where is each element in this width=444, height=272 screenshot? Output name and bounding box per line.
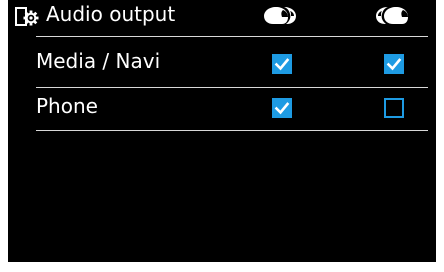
helmet-rider-icon: [264, 7, 296, 24]
phone-passenger-checkbox[interactable]: [384, 98, 404, 118]
phone-rider-checkbox[interactable]: [272, 98, 292, 118]
media-navi-rider-checkbox[interactable]: [272, 54, 292, 74]
audio-settings-icon: [15, 7, 39, 26]
checkmark-icon: [386, 58, 402, 71]
audio-output-screen: Audio output Media / Navi Phone: [8, 0, 436, 262]
header-divider: [36, 36, 428, 37]
row-label-media-navi: Media / Navi: [36, 49, 161, 73]
page-title: Audio output: [46, 2, 176, 26]
checkmark-icon: [274, 102, 290, 115]
header-bar: Audio output: [8, 0, 436, 32]
row-label-phone: Phone: [36, 94, 98, 118]
helmet-passenger-icon: [376, 7, 408, 24]
row-divider: [36, 130, 428, 131]
media-navi-passenger-checkbox[interactable]: [384, 54, 404, 74]
row-divider: [36, 87, 428, 88]
checkmark-icon: [274, 58, 290, 71]
